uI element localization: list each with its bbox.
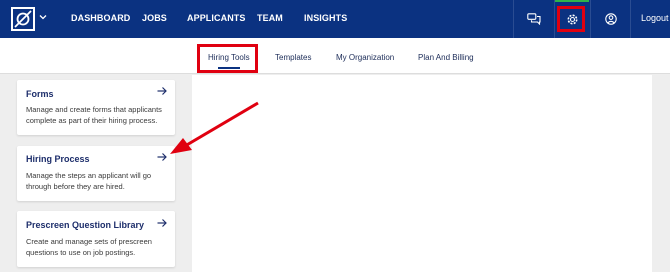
nav-insights[interactable]: INSIGHTS	[304, 13, 347, 23]
card-description: Manage the steps an applicant will go th…	[26, 171, 152, 191]
logo-icon	[14, 10, 32, 28]
chevron-down-icon[interactable]	[39, 13, 47, 21]
card-title: Hiring Process	[26, 154, 90, 164]
account-button[interactable]	[590, 0, 630, 38]
logout-link[interactable]: Logout	[641, 13, 669, 23]
logo[interactable]	[11, 7, 35, 31]
tab-plan-and-billing[interactable]: Plan And Billing	[418, 53, 474, 62]
arrow-right-icon[interactable]	[157, 152, 167, 162]
hiring-tools-highlight-box	[197, 44, 258, 73]
chat-icon	[527, 13, 541, 25]
nav-dashboard[interactable]: DASHBOARD	[71, 13, 130, 23]
nav-team[interactable]: TEAM	[257, 13, 283, 23]
chat-button[interactable]	[513, 0, 554, 38]
content-panel	[192, 75, 652, 272]
settings-active-indicator	[555, 0, 589, 2]
nav-applicants[interactable]: APPLICANTS	[187, 13, 246, 23]
card-title: Prescreen Question Library	[26, 220, 145, 230]
arrow-right-icon[interactable]	[157, 86, 167, 96]
card-title: Forms	[26, 89, 54, 99]
card-hiring-process[interactable]: Hiring Process Manage the steps an appli…	[17, 146, 175, 201]
tab-my-organization[interactable]: My Organization	[336, 53, 394, 62]
user-circle-icon	[604, 13, 617, 25]
card-prescreen-question-library[interactable]: Prescreen Question Library Create and ma…	[17, 211, 175, 267]
arrow-right-icon[interactable]	[157, 218, 167, 228]
card-description: Manage and create forms that applicants …	[26, 105, 162, 125]
settings-highlight-box	[557, 6, 585, 32]
card-description: Create and manage sets of prescreen ques…	[26, 237, 152, 257]
tab-templates[interactable]: Templates	[275, 53, 311, 62]
sub-nav: Hiring Tools Templates My Organization P…	[0, 38, 670, 74]
card-forms[interactable]: Forms Manage and create forms that appli…	[17, 80, 175, 135]
nav-jobs[interactable]: JOBS	[142, 13, 167, 23]
